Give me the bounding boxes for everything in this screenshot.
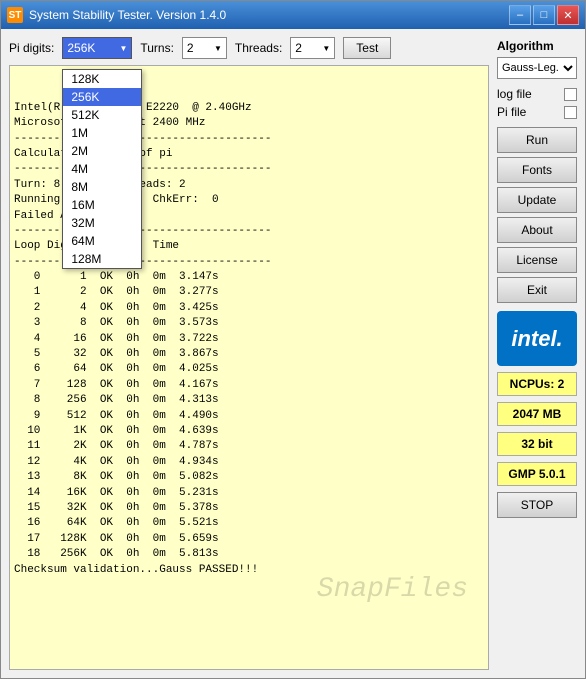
license-button[interactable]: License	[497, 247, 577, 273]
pi-file-checkbox[interactable]	[564, 106, 577, 119]
threads-chevron-icon: ▼	[322, 44, 330, 53]
close-button[interactable]: ✕	[557, 5, 579, 25]
fonts-button[interactable]: Fonts	[497, 157, 577, 183]
pi-digits-value: 256K	[67, 41, 95, 55]
ncpus-badge: NCPUs: 2	[497, 372, 577, 396]
threads-dropdown[interactable]: 2 ▼	[290, 37, 335, 59]
window-controls: – □ ✕	[509, 5, 579, 25]
dropdown-item-4m[interactable]: 4M	[63, 160, 141, 178]
log-file-label: log file	[497, 87, 532, 101]
pi-file-row: Pi file	[497, 105, 577, 119]
algorithm-select[interactable]: Gauss-Leg.	[497, 57, 577, 79]
minimize-button[interactable]: –	[509, 5, 531, 25]
dropdown-item-1m[interactable]: 1M	[63, 124, 141, 142]
content-area: Pi digits: 256K ▼ 128K 256K 512K 1M 2M 4…	[1, 29, 585, 678]
dropdown-item-16m[interactable]: 16M	[63, 196, 141, 214]
log-file-row: log file	[497, 87, 577, 101]
dropdown-item-32m[interactable]: 32M	[63, 214, 141, 232]
sidebar: Algorithm Gauss-Leg. log file Pi file Ru…	[497, 37, 577, 670]
about-button[interactable]: About	[497, 217, 577, 243]
main-window: ST System Stability Tester. Version 1.4.…	[0, 0, 586, 679]
intel-text: intel.	[511, 326, 562, 352]
window-title: System Stability Tester. Version 1.4.0	[29, 8, 226, 22]
run-button[interactable]: Run	[497, 127, 577, 153]
turns-chevron-icon: ▼	[214, 44, 222, 53]
test-button[interactable]: Test	[343, 37, 391, 59]
pi-digits-dropdown[interactable]: 256K ▼	[62, 37, 132, 59]
maximize-button[interactable]: □	[533, 5, 555, 25]
log-file-checkbox[interactable]	[564, 88, 577, 101]
bits-badge: 32 bit	[497, 432, 577, 456]
dropdown-item-128k[interactable]: 128K	[63, 70, 141, 88]
dropdown-item-256k[interactable]: 256K	[63, 88, 141, 106]
pi-digits-dropdown-container: 256K ▼ 128K 256K 512K 1M 2M 4M 8M 16M 32…	[62, 37, 132, 59]
dropdown-item-8m[interactable]: 8M	[63, 178, 141, 196]
dropdown-item-2m[interactable]: 2M	[63, 142, 141, 160]
threads-value: 2	[295, 41, 302, 55]
dropdown-item-128m[interactable]: 128M	[63, 250, 141, 268]
turns-label: Turns:	[140, 41, 174, 55]
turns-value: 2	[187, 41, 194, 55]
pi-digits-dropdown-menu: 128K 256K 512K 1M 2M 4M 8M 16M 32M 64M 1…	[62, 69, 142, 269]
main-area: Pi digits: 256K ▼ 128K 256K 512K 1M 2M 4…	[9, 37, 489, 670]
intel-logo: intel.	[497, 311, 577, 366]
threads-label: Threads:	[235, 41, 282, 55]
pi-digits-label: Pi digits:	[9, 41, 54, 55]
exit-button[interactable]: Exit	[497, 277, 577, 303]
memory-badge: 2047 MB	[497, 402, 577, 426]
dropdown-item-512k[interactable]: 512K	[63, 106, 141, 124]
title-bar: ST System Stability Tester. Version 1.4.…	[1, 1, 585, 29]
app-icon: ST	[7, 7, 23, 23]
algorithm-label: Algorithm	[497, 39, 577, 53]
gmp-badge: GMP 5.0.1	[497, 462, 577, 486]
dropdown-item-64m[interactable]: 64M	[63, 232, 141, 250]
top-controls: Pi digits: 256K ▼ 128K 256K 512K 1M 2M 4…	[9, 37, 489, 59]
chevron-down-icon: ▼	[119, 44, 127, 53]
stop-button[interactable]: STOP	[497, 492, 577, 518]
title-bar-left: ST System Stability Tester. Version 1.4.…	[7, 7, 226, 23]
update-button[interactable]: Update	[497, 187, 577, 213]
pi-file-label: Pi file	[497, 105, 526, 119]
turns-dropdown[interactable]: 2 ▼	[182, 37, 227, 59]
